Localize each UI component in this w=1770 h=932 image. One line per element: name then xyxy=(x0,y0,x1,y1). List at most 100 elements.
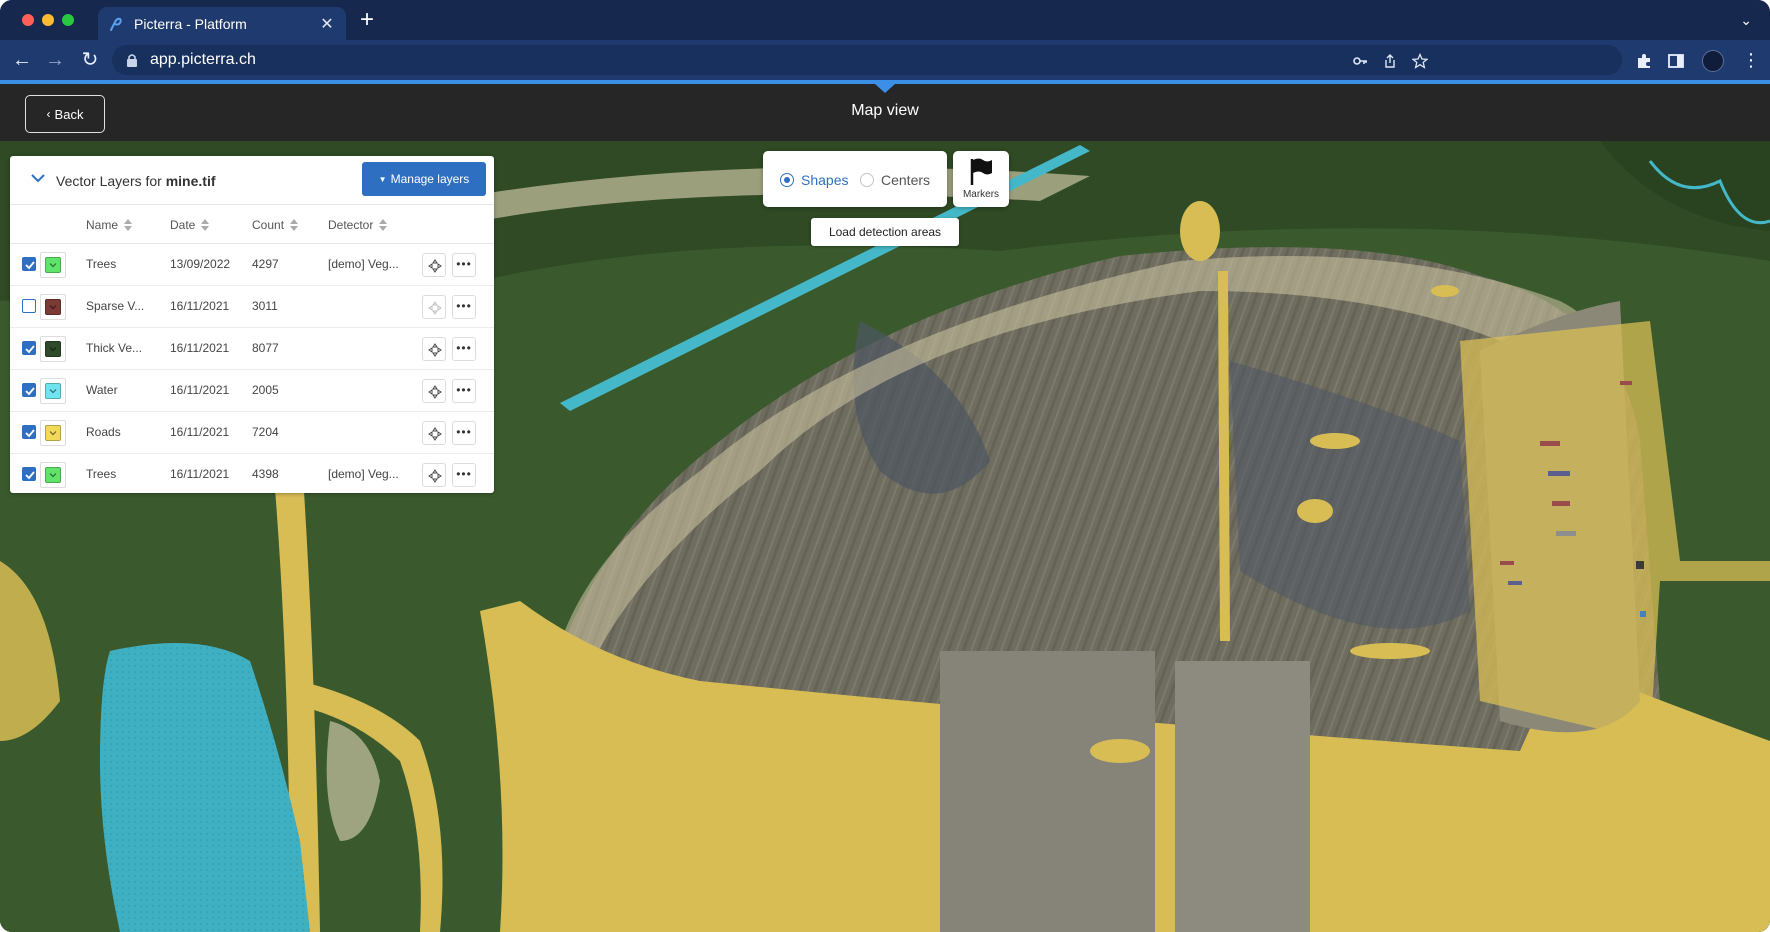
layer-color-picker[interactable] xyxy=(40,462,66,488)
tab-search-icon[interactable]: ⌄ xyxy=(1740,12,1752,29)
minimize-window-button[interactable] xyxy=(42,14,54,26)
crosshair-icon xyxy=(428,385,442,399)
layer-date: 16/11/2021 xyxy=(170,467,230,481)
panel-title-prefix: Vector Layers for xyxy=(56,173,166,189)
table-row: Trees 16/11/2021 4398 [demo] Veg... ••• xyxy=(10,454,494,496)
url-text: app.picterra.ch xyxy=(150,51,256,68)
checkmark-icon xyxy=(25,387,35,396)
table-row: Thick Ve... 16/11/2021 8077 ••• xyxy=(10,328,494,370)
back-arrow-icon[interactable]: ← xyxy=(10,48,34,72)
layer-date: 16/11/2021 xyxy=(170,341,230,355)
more-options-button[interactable]: ••• xyxy=(452,337,476,361)
panel-title: Vector Layers for mine.tif xyxy=(56,173,216,189)
extensions-puzzle-icon[interactable] xyxy=(1635,52,1653,70)
picterra-logo-icon xyxy=(110,17,122,31)
layer-detector: [demo] Veg... xyxy=(328,467,399,481)
sort-icon xyxy=(290,219,299,231)
layer-visibility-checkbox[interactable] xyxy=(22,257,36,271)
ellipsis-icon: ••• xyxy=(456,467,472,481)
zoom-to-layer-button[interactable] xyxy=(422,463,446,487)
layer-color-picker[interactable] xyxy=(40,294,66,320)
layer-color-picker[interactable] xyxy=(40,336,66,362)
tab-title: Picterra - Platform xyxy=(134,15,247,32)
table-row: Sparse V... 16/11/2021 3011 ••• xyxy=(10,286,494,328)
chevron-down-icon[interactable] xyxy=(30,170,46,186)
more-options-button[interactable]: ••• xyxy=(452,463,476,487)
layer-visibility-checkbox[interactable] xyxy=(22,425,36,439)
centers-label[interactable]: Centers xyxy=(881,172,930,188)
centers-radio[interactable] xyxy=(860,173,874,187)
browser-menu-icon[interactable]: ⋮ xyxy=(1742,48,1760,72)
chevron-down-icon xyxy=(49,305,57,310)
key-icon[interactable] xyxy=(1352,53,1368,69)
manage-layers-label: Manage layers xyxy=(390,172,470,186)
road-north-south xyxy=(1218,271,1230,641)
layer-visibility-checkbox[interactable] xyxy=(22,299,36,313)
lock-icon xyxy=(127,54,137,67)
column-date-label: Date xyxy=(170,218,196,232)
layer-date: 13/09/2022 xyxy=(170,257,231,271)
column-name[interactable]: Name xyxy=(86,218,133,232)
reload-icon[interactable]: ↻ xyxy=(78,48,102,72)
shapes-label[interactable]: Shapes xyxy=(801,172,848,188)
sort-icon xyxy=(201,219,210,231)
column-detector[interactable]: Detector xyxy=(328,218,388,232)
accent-notch xyxy=(875,84,895,93)
column-count[interactable]: Count xyxy=(252,218,299,232)
close-tab-icon[interactable]: ✕ xyxy=(318,14,336,34)
markers-button[interactable]: Markers xyxy=(953,151,1009,207)
sort-icon xyxy=(124,219,133,231)
more-options-button[interactable]: ••• xyxy=(452,379,476,403)
caret-down-icon: ▼ xyxy=(378,174,387,184)
browser-tab[interactable]: Picterra - Platform ✕ xyxy=(98,7,346,40)
layer-visibility-checkbox[interactable] xyxy=(22,467,36,481)
close-window-button[interactable] xyxy=(22,14,34,26)
layer-color-picker[interactable] xyxy=(40,420,66,446)
profile-avatar[interactable] xyxy=(1702,50,1724,72)
layer-visibility-checkbox[interactable] xyxy=(22,383,36,397)
pad-east xyxy=(1175,661,1310,932)
zoom-to-layer-button[interactable] xyxy=(422,379,446,403)
address-bar[interactable]: app.picterra.ch xyxy=(112,45,1622,75)
manage-layers-button[interactable]: ▼ Manage layers xyxy=(362,162,486,196)
shapes-radio[interactable] xyxy=(780,173,794,187)
layer-color-swatch xyxy=(45,341,61,357)
checkmark-icon xyxy=(25,471,35,480)
layer-color-swatch xyxy=(45,383,61,399)
bookmark-star-icon[interactable] xyxy=(1412,53,1428,69)
load-detection-areas-button[interactable]: Load detection areas xyxy=(811,218,959,246)
column-date[interactable]: Date xyxy=(170,218,210,232)
layer-color-swatch xyxy=(45,299,61,315)
layer-date: 16/11/2021 xyxy=(170,425,230,439)
new-tab-button[interactable]: + xyxy=(360,8,374,32)
pad-west xyxy=(940,651,1155,932)
chevron-down-icon xyxy=(49,347,57,352)
share-icon[interactable] xyxy=(1382,53,1398,69)
vector-layers-panel: Vector Layers for mine.tif ▼ Manage laye… xyxy=(10,156,494,493)
crosshair-icon xyxy=(428,259,442,273)
crosshair-icon xyxy=(428,469,442,483)
more-options-button[interactable]: ••• xyxy=(452,421,476,445)
ellipsis-icon: ••• xyxy=(456,341,472,355)
markers-label: Markers xyxy=(962,189,1000,200)
zoom-window-button[interactable] xyxy=(62,14,74,26)
layer-color-swatch xyxy=(45,257,61,273)
layer-visibility-checkbox[interactable] xyxy=(22,341,36,355)
chevron-down-icon xyxy=(49,389,57,394)
layer-color-picker[interactable] xyxy=(40,378,66,404)
zoom-to-layer-button[interactable] xyxy=(422,421,446,445)
table-row: Trees 13/09/2022 4297 [demo] Veg... ••• xyxy=(10,244,494,286)
layer-count: 7204 xyxy=(252,425,279,439)
table-row: Roads 16/11/2021 7204 ••• xyxy=(10,412,494,454)
layer-name: Thick Ve... xyxy=(86,341,143,355)
more-options-button[interactable]: ••• xyxy=(452,295,476,319)
layer-name: Water xyxy=(86,383,118,397)
side-panel-icon[interactable] xyxy=(1667,52,1685,70)
layer-detector: [demo] Veg... xyxy=(328,257,399,271)
forward-arrow-icon[interactable]: → xyxy=(43,48,67,72)
more-options-button[interactable]: ••• xyxy=(452,253,476,277)
zoom-to-layer-button[interactable] xyxy=(422,337,446,361)
zoom-to-layer-button[interactable] xyxy=(422,295,446,319)
layer-color-picker[interactable] xyxy=(40,252,66,278)
zoom-to-layer-button[interactable] xyxy=(422,253,446,277)
